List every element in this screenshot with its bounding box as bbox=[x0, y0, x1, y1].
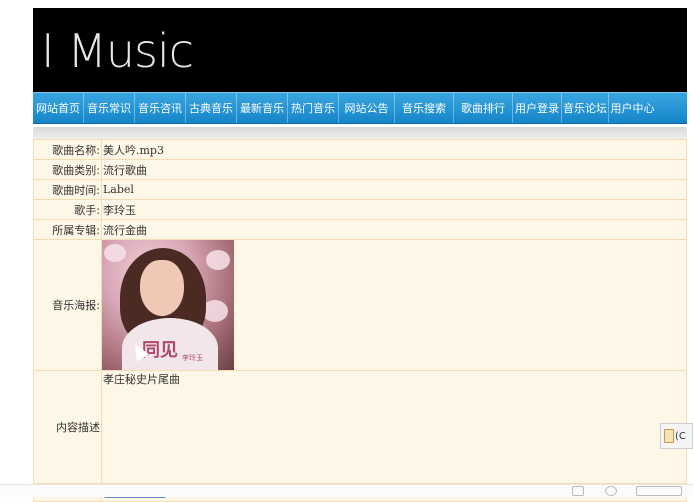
nav-forum[interactable]: 音乐论坛 bbox=[562, 93, 609, 123]
site-logo: I Music bbox=[41, 24, 194, 78]
table-row: 歌手: 李玲玉 bbox=[33, 199, 687, 220]
nav-ranking[interactable]: 歌曲排行 bbox=[454, 93, 513, 123]
song-name-value: 美人吟.mp3 bbox=[101, 139, 687, 160]
table-row: 内容描述 孝庄秘史片尾曲 bbox=[33, 370, 687, 484]
album-label: 所属专辑: bbox=[33, 219, 102, 240]
table-row: 音乐海报: 同见 李玲玉 bbox=[33, 239, 687, 371]
nav-announcements[interactable]: 网站公告 bbox=[339, 93, 395, 123]
nav-latest[interactable]: 最新音乐 bbox=[237, 93, 288, 123]
song-detail-table: 歌曲名称: 美人吟.mp3 歌曲类别: 流行歌曲 歌曲时间: Label 歌手:… bbox=[33, 139, 687, 502]
nav-hot[interactable]: 热门音乐 bbox=[288, 93, 339, 123]
nav-login[interactable]: 用户登录 bbox=[513, 93, 562, 123]
singer-value: 李玲玉 bbox=[101, 199, 687, 220]
nav-user-center[interactable]: 用户中心 bbox=[609, 93, 656, 123]
page: I Music 网站首页 音乐常识 音乐咨讯 古典音乐 最新音乐 热门音乐 网站… bbox=[33, 8, 687, 502]
zoom-icon bbox=[636, 486, 682, 496]
separator-bar bbox=[33, 127, 687, 139]
song-type-label: 歌曲类别: bbox=[33, 159, 102, 180]
song-type-value: 流行歌曲 bbox=[101, 159, 687, 180]
globe-icon bbox=[605, 486, 617, 496]
nav-search[interactable]: 音乐搜索 bbox=[395, 93, 454, 123]
table-row: 歌曲时间: Label bbox=[33, 179, 687, 200]
main-nav: 网站首页 音乐常识 音乐咨讯 古典音乐 最新音乐 热门音乐 网站公告 音乐搜索 … bbox=[33, 92, 687, 124]
page-icon bbox=[572, 486, 584, 496]
album-poster-image: 同见 李玲玉 bbox=[102, 240, 234, 370]
nav-classical[interactable]: 古典音乐 bbox=[186, 93, 237, 123]
description-value: 孝庄秘史片尾曲 bbox=[101, 370, 687, 484]
blossom-decoration bbox=[104, 244, 126, 262]
status-strip bbox=[0, 484, 693, 497]
nav-music-knowledge[interactable]: 音乐常识 bbox=[84, 93, 135, 123]
poster-cell: 同见 李玲玉 bbox=[101, 239, 687, 371]
nav-music-news[interactable]: 音乐咨讯 bbox=[135, 93, 186, 123]
poster-title: 同见 bbox=[142, 340, 178, 361]
site-banner: I Music bbox=[33, 8, 687, 92]
table-row: 歌曲名称: 美人吟.mp3 bbox=[33, 139, 687, 160]
blossom-decoration bbox=[206, 250, 230, 270]
song-name-label: 歌曲名称: bbox=[33, 139, 102, 160]
poster-face bbox=[140, 260, 184, 316]
table-row: 所属专辑: 流行金曲 bbox=[33, 219, 687, 240]
song-time-value: Label bbox=[101, 179, 687, 200]
song-time-label: 歌曲时间: bbox=[33, 179, 102, 200]
clipboard-paste-widget[interactable]: (C bbox=[660, 423, 693, 449]
clipboard-icon bbox=[664, 429, 674, 443]
table-row: 歌曲类别: 流行歌曲 bbox=[33, 159, 687, 180]
album-value: 流行金曲 bbox=[101, 219, 687, 240]
poster-label: 音乐海报: bbox=[33, 239, 102, 371]
singer-label: 歌手: bbox=[33, 199, 102, 220]
description-label: 内容描述 bbox=[33, 370, 102, 484]
nav-home[interactable]: 网站首页 bbox=[33, 93, 84, 123]
poster-artist: 李玲玉 bbox=[182, 354, 203, 362]
clipboard-label: (C bbox=[675, 430, 686, 442]
